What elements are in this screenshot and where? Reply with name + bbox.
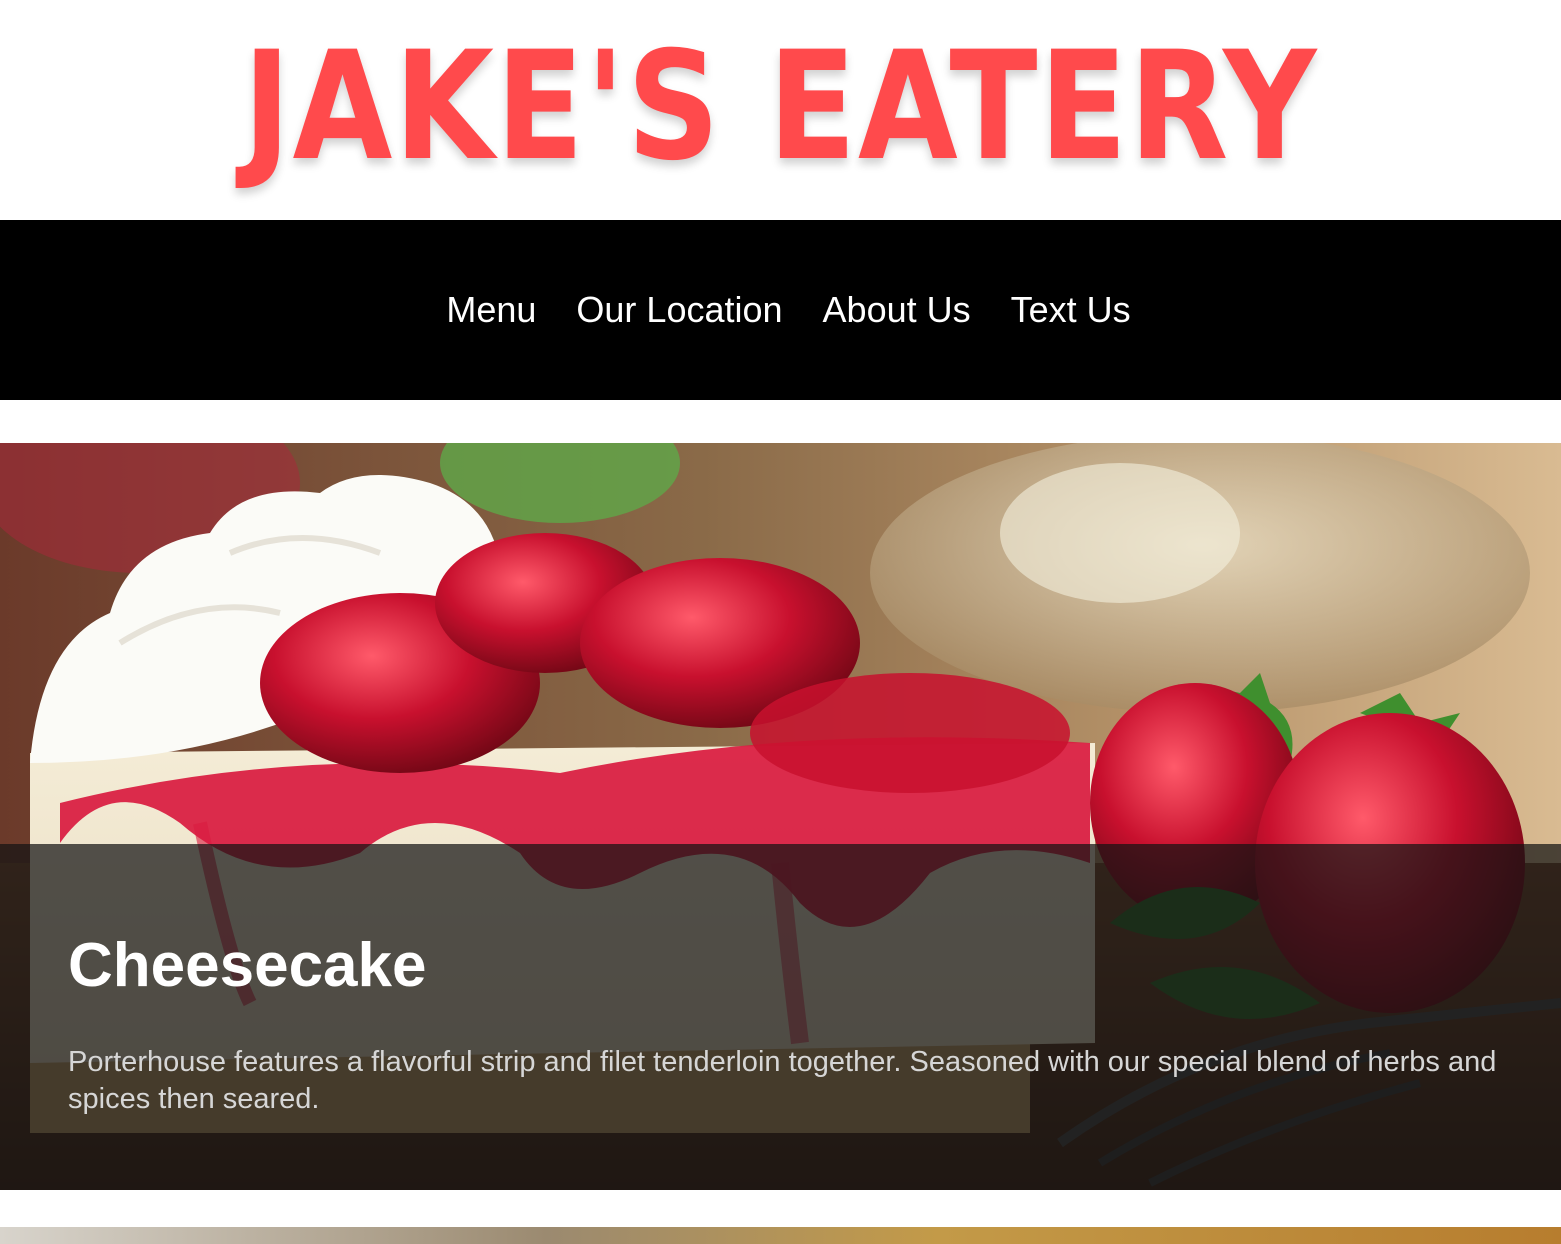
site-logo[interactable]: JAKE'S EATERY [109,22,1451,192]
next-item-card-preview[interactable] [0,1227,1561,1244]
main-navbar: Menu Our Location About Us Text Us [0,220,1561,400]
nav-link-about-us[interactable]: About Us [823,292,971,328]
page: JAKE'S EATERY Menu Our Location About Us… [0,0,1561,1244]
card-description: Porterhouse features a flavorful strip a… [68,1046,1497,1115]
nav-link-text-us[interactable]: Text Us [1011,292,1131,328]
card-title: Cheesecake [68,931,427,1000]
next-item-photo [0,1227,1561,1244]
card-caption-overlay: Cheesecake Porterhouse features a flavor… [0,844,1561,1190]
nav-link-menu[interactable]: Menu [446,292,536,328]
nav-link-our-location[interactable]: Our Location [576,292,782,328]
nav-list: Menu Our Location About Us Text Us [0,220,1561,400]
featured-item-card[interactable]: Cheesecake Porterhouse features a flavor… [0,443,1561,1190]
site-header: JAKE'S EATERY [0,0,1561,220]
